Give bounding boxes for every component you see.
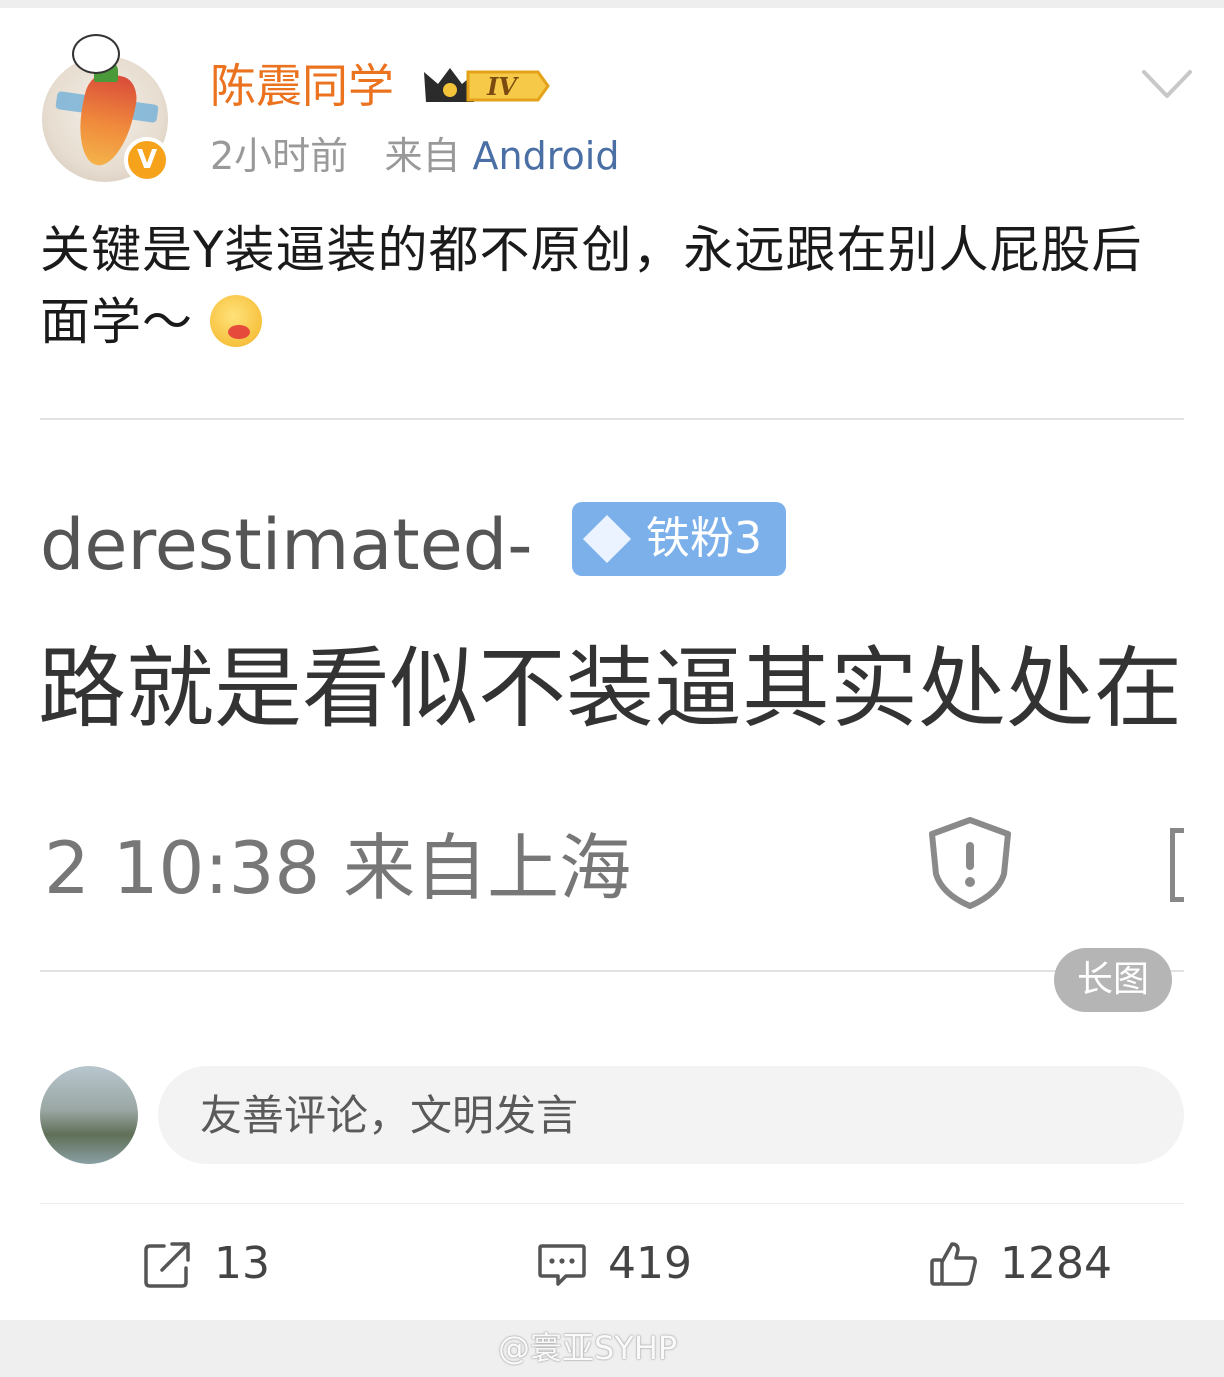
thumbs-up-icon (930, 1242, 977, 1286)
chevron-down-icon[interactable] (1140, 64, 1194, 104)
repost-button[interactable]: 13 (142, 1232, 270, 1296)
like-count: 1284 (1000, 1238, 1112, 1289)
fan-badge-label: 铁粉3 (646, 513, 762, 564)
share-icon (144, 1242, 190, 1288)
embedded-comment-text: 路就是看似不装逼其实处处在 (38, 637, 1183, 740)
author-name[interactable]: 陈震同学 (210, 58, 394, 114)
actions-divider (40, 1203, 1184, 1204)
comment-button[interactable]: 419 (536, 1232, 692, 1296)
image-top-divider (40, 418, 1184, 420)
source-link[interactable]: Android (473, 134, 620, 178)
comment-icon (538, 1244, 586, 1286)
member-crown-icon[interactable]: IV (420, 62, 550, 110)
drooling-emoji-icon (209, 295, 262, 347)
my-avatar[interactable] (40, 1066, 138, 1164)
fan-badge: 铁粉3 (572, 502, 786, 576)
post-text: 关键是Y装逼装的都不原创，永远跟在别人屁股后面学～ (40, 221, 1143, 351)
like-button[interactable]: 1284 (928, 1232, 1112, 1296)
post-time: 2小时前 (210, 134, 349, 178)
post-content: 关键是Y装逼装的都不原创，永远跟在别人屁股后面学～ (40, 214, 1190, 358)
report-shield-icon (929, 817, 1011, 909)
comment-count: 419 (608, 1238, 692, 1289)
source-prefix: 来自 (384, 134, 461, 178)
embedded-comment-time: 2 10:38 来自上海 (44, 826, 632, 910)
long-image-badge[interactable]: 长图 (1054, 948, 1172, 1012)
verified-badge-icon: V (124, 137, 170, 183)
level-badge-text: IV (486, 72, 519, 101)
image-bottom-divider (40, 970, 1184, 972)
embedded-username: derestimated- (40, 504, 533, 586)
repost-count: 13 (214, 1238, 270, 1289)
cropped-icon (1170, 828, 1184, 902)
bunny-graphic (72, 34, 120, 74)
watermark: @寰亚SYHP (498, 1329, 678, 1367)
diamond-icon (582, 514, 632, 564)
top-separator (0, 0, 1224, 8)
post-meta: 2小时前 来自 Android (210, 132, 619, 180)
comment-input[interactable] (158, 1066, 1184, 1164)
